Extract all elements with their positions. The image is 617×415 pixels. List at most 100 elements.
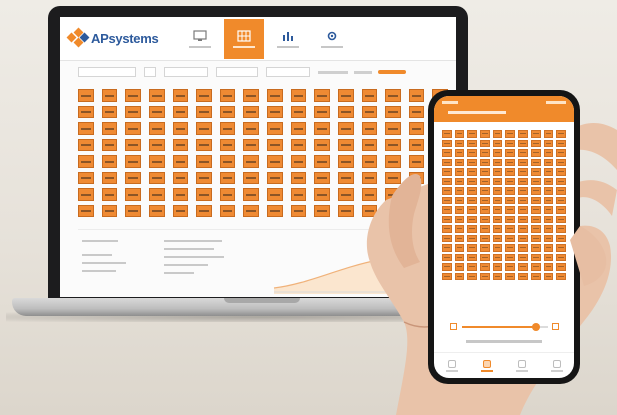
module-cell[interactable] (408, 138, 425, 151)
module-cell[interactable] (454, 263, 465, 271)
module-cell[interactable] (385, 188, 401, 201)
module-cell[interactable] (196, 138, 212, 151)
module-cell[interactable] (492, 130, 503, 138)
module-cell[interactable] (148, 89, 165, 102)
module-cell[interactable] (556, 253, 566, 261)
module-cell[interactable] (543, 139, 554, 147)
tab-module[interactable] (479, 359, 495, 372)
module-cell[interactable] (78, 188, 94, 201)
module-cell[interactable] (518, 253, 528, 261)
module-cell[interactable] (505, 206, 516, 214)
module-cell[interactable] (556, 244, 566, 252)
module-cell[interactable] (556, 225, 566, 233)
module-cell[interactable] (505, 234, 516, 242)
module-cell[interactable] (530, 263, 541, 271)
tab-report[interactable] (514, 359, 530, 372)
module-cell[interactable] (219, 188, 236, 201)
module-cell[interactable] (361, 89, 378, 102)
module-cell[interactable] (290, 122, 307, 135)
module-cell[interactable] (267, 188, 283, 201)
module-cell[interactable] (492, 272, 503, 280)
module-cell[interactable] (219, 105, 236, 118)
module-cell[interactable] (219, 204, 236, 217)
module-cell[interactable] (492, 244, 503, 252)
module-cell[interactable] (543, 234, 554, 242)
module-cell[interactable] (454, 158, 465, 166)
module-cell[interactable] (442, 196, 452, 204)
module-cell[interactable] (148, 122, 165, 135)
module-cell[interactable] (543, 130, 554, 138)
module-cell[interactable] (290, 204, 307, 217)
module-cell[interactable] (361, 138, 378, 151)
module-cell[interactable] (467, 149, 478, 157)
module-cell[interactable] (492, 263, 503, 271)
nav-report[interactable] (268, 19, 308, 59)
module-cell[interactable] (556, 215, 566, 223)
module-cell[interactable] (78, 138, 94, 151)
module-cell[interactable] (290, 89, 307, 102)
module-cell[interactable] (518, 158, 528, 166)
module-cell[interactable] (172, 204, 189, 217)
module-cell[interactable] (518, 225, 528, 233)
module-cell[interactable] (454, 206, 465, 214)
module-cell[interactable] (337, 122, 354, 135)
module-cell[interactable] (530, 168, 541, 176)
module-cell[interactable] (442, 139, 452, 147)
module-cell[interactable] (492, 139, 503, 147)
module-cell[interactable] (78, 89, 94, 102)
module-cell[interactable] (480, 187, 490, 195)
module-cell[interactable] (337, 188, 354, 201)
module-cell[interactable] (492, 158, 503, 166)
module-cell[interactable] (543, 196, 554, 204)
module-cell[interactable] (543, 168, 554, 176)
module-cell[interactable] (148, 204, 165, 217)
module-cell[interactable] (518, 263, 528, 271)
module-cell[interactable] (480, 234, 490, 242)
module-cell[interactable] (467, 139, 478, 147)
module-cell[interactable] (543, 177, 554, 185)
module-cell[interactable] (101, 138, 118, 151)
module-cell[interactable] (467, 225, 478, 233)
module-cell[interactable] (454, 187, 465, 195)
module-cell[interactable] (290, 188, 307, 201)
module-cell[interactable] (480, 139, 490, 147)
module-cell[interactable] (290, 155, 307, 168)
module-cell[interactable] (518, 244, 528, 252)
module-cell[interactable] (219, 138, 236, 151)
module-cell[interactable] (361, 188, 378, 201)
module-cell[interactable] (148, 105, 165, 118)
module-cell[interactable] (78, 122, 94, 135)
module-cell[interactable] (518, 215, 528, 223)
module-cell[interactable] (243, 89, 259, 102)
module-cell[interactable] (505, 225, 516, 233)
module-cell[interactable] (196, 155, 212, 168)
module-cell[interactable] (467, 253, 478, 261)
module-cell[interactable] (172, 171, 189, 184)
module-cell[interactable] (125, 155, 141, 168)
module-cell[interactable] (480, 225, 490, 233)
module-cell[interactable] (196, 204, 212, 217)
module-cell[interactable] (337, 89, 354, 102)
module-cell[interactable] (530, 253, 541, 261)
nav-dashboard[interactable] (180, 19, 220, 59)
module-cell[interactable] (543, 215, 554, 223)
module-cell[interactable] (467, 244, 478, 252)
module-cell[interactable] (492, 234, 503, 242)
module-cell[interactable] (219, 122, 236, 135)
module-cell[interactable] (196, 89, 212, 102)
version-select[interactable] (164, 67, 208, 77)
module-cell[interactable] (556, 168, 566, 176)
module-cell[interactable] (543, 272, 554, 280)
module-cell[interactable] (543, 158, 554, 166)
module-cell[interactable] (442, 234, 452, 242)
module-cell[interactable] (530, 272, 541, 280)
module-cell[interactable] (172, 188, 189, 201)
module-cell[interactable] (556, 187, 566, 195)
module-cell[interactable] (454, 168, 465, 176)
module-cell[interactable] (78, 155, 94, 168)
module-cell[interactable] (219, 155, 236, 168)
module-cell[interactable] (467, 263, 478, 271)
module-cell[interactable] (385, 122, 401, 135)
module-cell[interactable] (492, 177, 503, 185)
module-cell[interactable] (467, 272, 478, 280)
